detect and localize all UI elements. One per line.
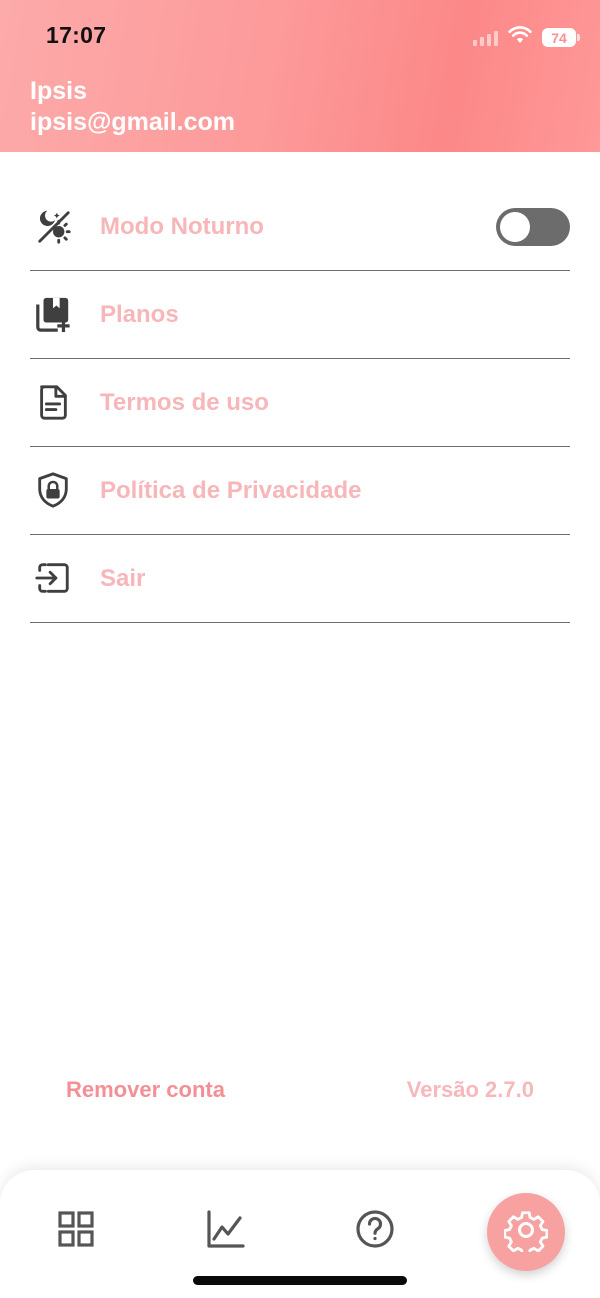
status-icons: 74 (473, 26, 580, 49)
tab-settings[interactable] (487, 1193, 565, 1271)
shield-lock-icon (34, 471, 72, 509)
dashboard-icon (56, 1209, 96, 1254)
remove-account-link[interactable]: Remover conta (66, 1077, 225, 1103)
menu-item-label: Política de Privacidade (100, 477, 362, 504)
menu-item-label: Modo Noturno (100, 213, 264, 240)
tab-help[interactable] (351, 1207, 399, 1255)
menu-item-logout[interactable]: Sair (30, 535, 570, 623)
gear-icon (503, 1208, 549, 1257)
tab-dashboard[interactable] (52, 1207, 100, 1255)
status-time: 17:07 (46, 22, 107, 48)
wifi-icon (508, 26, 532, 49)
user-email: ipsis@gmail.com (30, 108, 235, 136)
battery-icon: 74 (542, 28, 580, 47)
home-indicator (193, 1276, 407, 1285)
night-mode-toggle[interactable] (496, 208, 570, 246)
menu-item-label: Termos de uso (100, 389, 269, 416)
menu-item-privacy-policy[interactable]: Política de Privacidade (30, 447, 570, 535)
status-bar: 17:07 74 (0, 0, 600, 74)
logout-icon (34, 559, 72, 597)
night-mode-icon (34, 207, 72, 245)
menu-item-plans[interactable]: Planos (30, 271, 570, 359)
tab-statistics[interactable] (201, 1207, 249, 1255)
document-icon (34, 383, 72, 421)
help-icon (355, 1209, 395, 1254)
user-name: Ipsis (30, 77, 87, 105)
menu-item-terms[interactable]: Termos de uso (30, 359, 570, 447)
profile-header: 17:07 74 Ipsis ipsis@gmail.com (0, 0, 600, 152)
toggle-knob (500, 212, 530, 242)
menu-item-label: Planos (100, 301, 179, 328)
settings-screen: 17:07 74 Ipsis ipsis@gmail.com Modo Notu… (0, 0, 600, 1298)
add-plan-icon (34, 295, 72, 333)
menu-item-night-mode[interactable]: Modo Noturno (30, 183, 570, 271)
settings-menu: Modo Noturno Planos Termos de uso Políti… (30, 183, 570, 623)
cellular-signal-icon (473, 30, 498, 46)
app-version: Versão 2.7.0 (406, 1077, 534, 1102)
menu-item-label: Sair (100, 565, 146, 592)
chart-icon (205, 1209, 245, 1254)
